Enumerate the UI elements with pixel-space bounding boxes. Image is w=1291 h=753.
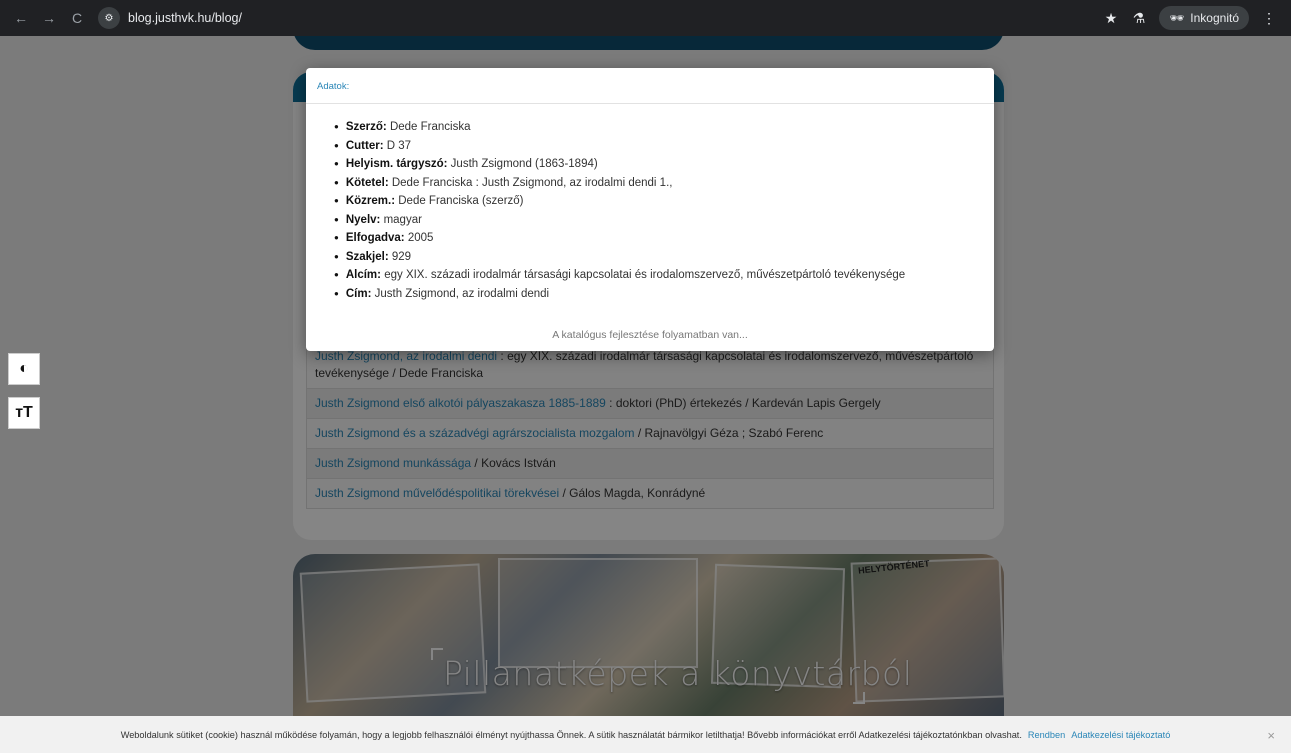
field-item: Nyelv: magyar (334, 211, 994, 230)
modal-title: Adatok: (306, 68, 994, 104)
cookie-policy-link[interactable]: Adatkezelési tájékoztató (1071, 730, 1170, 740)
text-size-button[interactable]: тT (8, 397, 40, 429)
field-item: Alcím: egy XIX. századi irodalmár társas… (334, 266, 994, 285)
incognito-icon: 🕶 (1169, 11, 1185, 25)
record-details-modal: Adatok: Szerző: Dede Franciska Cutter: D… (306, 68, 994, 351)
cookie-bar: Weboldalunk sütiket (cookie) használ műk… (0, 716, 1291, 753)
contrast-button[interactable]: ◐ (8, 353, 40, 385)
field-item: Cím: Justh Zsigmond, az irodalmi dendi (334, 285, 994, 304)
forward-button[interactable]: → (36, 5, 62, 31)
field-item: Közrem.: Dede Franciska (szerző) (334, 192, 994, 211)
back-button[interactable]: ← (8, 5, 34, 31)
field-list: Szerző: Dede Franciska Cutter: D 37 Hely… (334, 118, 994, 303)
field-item: Szerző: Dede Franciska (334, 118, 994, 137)
text-size-icon: тT (15, 404, 33, 421)
cookie-text: Weboldalunk sütiket (cookie) használ műk… (120, 729, 1022, 740)
close-icon[interactable]: × (1267, 728, 1275, 743)
url-text: blog.justhvk.hu/blog/ (128, 11, 242, 25)
menu-kebab-icon[interactable]: ⋮ (1255, 10, 1283, 27)
modal-footer-note: A katalógus fejlesztése folyamatban van.… (552, 329, 748, 341)
field-item: Cutter: D 37 (334, 137, 994, 156)
cookie-accept-link[interactable]: Rendben (1028, 730, 1065, 740)
incognito-label: Inkognitó (1190, 11, 1239, 25)
site-settings-icon[interactable]: ⚙ (98, 7, 120, 29)
modal-body: Szerző: Dede Franciska Cutter: D 37 Hely… (306, 104, 994, 303)
field-item: Elfogadva: 2005 (334, 229, 994, 248)
bookmark-star-icon[interactable]: ★ (1097, 10, 1125, 27)
incognito-badge[interactable]: 🕶 Inkognitó (1159, 6, 1249, 30)
field-item: Szakjel: 929 (334, 248, 994, 267)
contrast-icon: ◐ (19, 360, 29, 377)
address-bar[interactable]: ⚙ blog.justhvk.hu/blog/ (98, 6, 1097, 30)
field-item: Helyism. tárgyszó: Justh Zsigmond (1863-… (334, 155, 994, 174)
labs-flask-icon[interactable]: ⚗ (1125, 10, 1153, 27)
reload-button[interactable]: C (64, 5, 90, 31)
field-item: Kötetel: Dede Franciska : Justh Zsigmond… (334, 174, 994, 193)
browser-toolbar: ← → C ⚙ blog.justhvk.hu/blog/ ★ ⚗ 🕶 Inko… (0, 0, 1291, 36)
